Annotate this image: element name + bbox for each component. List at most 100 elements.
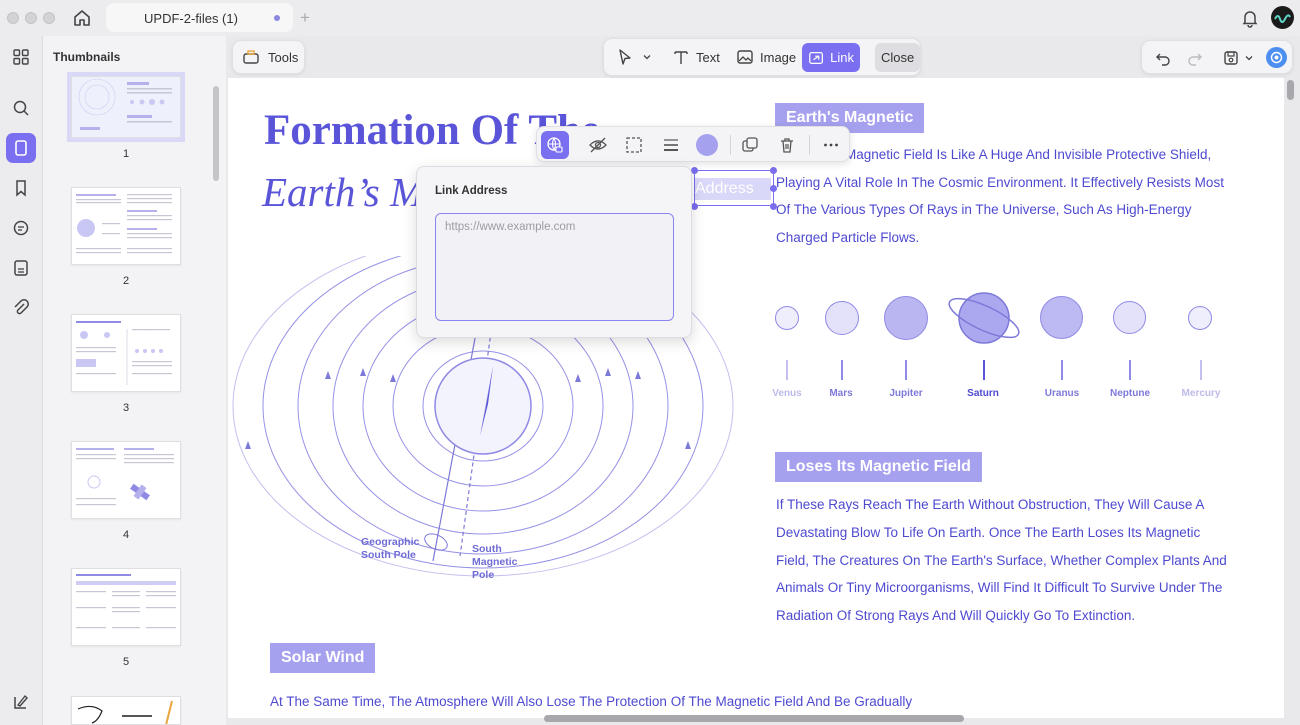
more-horizontal-icon xyxy=(824,143,838,147)
select-tool-button[interactable] xyxy=(610,43,658,71)
planet-tick xyxy=(1061,360,1063,380)
thumbnail-page-6[interactable] xyxy=(71,696,181,725)
thumbnail-page-2[interactable] xyxy=(71,187,181,265)
undo-button[interactable] xyxy=(1148,44,1178,72)
planet-label: Uranus xyxy=(1044,388,1080,399)
line-weight-icon xyxy=(664,139,678,151)
vertical-scrollbar[interactable] xyxy=(1287,80,1294,100)
planet-mercury xyxy=(1188,306,1212,330)
tools-label: Tools xyxy=(268,49,299,65)
thumbnails-icon[interactable] xyxy=(6,133,36,163)
thumbnail-scrollbar[interactable] xyxy=(213,86,219,181)
resize-handle[interactable] xyxy=(770,167,777,174)
close-edit-button[interactable]: Close xyxy=(875,43,921,72)
thumbnail-page-number: 2 xyxy=(122,275,130,287)
more-options-button[interactable] xyxy=(817,131,845,159)
pole-label-line: South Pole xyxy=(361,549,416,561)
window-close-button[interactable] xyxy=(7,12,19,24)
planet-tick xyxy=(1129,360,1131,380)
close-label: Close xyxy=(881,50,915,65)
planet-label: Jupiter xyxy=(889,388,923,399)
planet-label: Mars xyxy=(829,388,853,399)
document-tab[interactable]: UPDF-2-files (1) xyxy=(106,3,293,32)
hide-button[interactable] xyxy=(584,131,612,159)
geographic-south-pole-label: Geographic South Pole xyxy=(361,536,419,562)
horizontal-scrollbar[interactable] xyxy=(544,715,964,722)
edit-toolbar: Text Image Link Close xyxy=(603,38,921,76)
delete-button[interactable] xyxy=(773,131,801,159)
link-floating-toolbar xyxy=(536,126,850,162)
line-weight-button[interactable] xyxy=(657,131,685,159)
avatar[interactable] xyxy=(1271,6,1294,29)
image-label: Image xyxy=(760,49,797,65)
window-minimize-button[interactable] xyxy=(25,12,37,24)
planet-tick xyxy=(983,360,985,380)
search-icon[interactable] xyxy=(6,93,36,123)
planet-label: Neptune xyxy=(1110,388,1150,399)
link-address-label: Link Address xyxy=(435,185,508,197)
image-tool-button[interactable]: Image xyxy=(730,43,802,71)
planet-label: Mercury xyxy=(1181,388,1221,399)
paragraph-line: At The Same Time, The Atmosphere Will Al… xyxy=(270,694,913,709)
globe-link-icon xyxy=(547,137,563,153)
tools-button[interactable]: Tools xyxy=(236,43,304,71)
save-icon xyxy=(1224,51,1238,65)
bookmark-icon[interactable] xyxy=(6,173,36,203)
planet-tick xyxy=(905,360,907,380)
color-picker-button[interactable] xyxy=(693,131,721,159)
page-organize-icon[interactable] xyxy=(6,253,36,283)
unsaved-indicator xyxy=(274,15,280,21)
link-selection-box[interactable]: Address xyxy=(691,167,777,210)
image-icon xyxy=(737,50,753,64)
link-web-button[interactable] xyxy=(541,131,569,159)
tools-pill: Tools xyxy=(232,40,305,74)
planet-mars xyxy=(825,301,859,335)
eye-off-icon xyxy=(589,137,607,153)
text-tool-button[interactable]: Text xyxy=(666,43,726,71)
paragraph-line: Radiation Of Strong Rays And Will Quickl… xyxy=(776,608,1136,623)
thumbnail-page-1[interactable] xyxy=(67,72,185,142)
attachment-icon[interactable] xyxy=(6,293,36,323)
layers-icon[interactable] xyxy=(6,687,36,717)
planet-tick xyxy=(1200,360,1202,380)
pole-label-line: South xyxy=(472,543,502,555)
tab-title: UPDF-2-files (1) xyxy=(144,11,238,26)
new-tab-icon[interactable]: + xyxy=(300,8,310,28)
link-icon xyxy=(809,51,823,64)
selected-link-text: Address xyxy=(695,178,771,200)
toolbox-icon xyxy=(243,50,259,64)
paragraph-line: Field, The Creatures On The Earth's Surf… xyxy=(776,553,1227,568)
thumbnail-page-number: 1 xyxy=(122,148,130,160)
planet-neptune xyxy=(1113,301,1146,334)
resize-handle[interactable] xyxy=(770,185,777,192)
paragraph-line: Animals Or Tiny Microorganisms, Will Fin… xyxy=(776,580,1223,595)
planet-label: Saturn xyxy=(967,388,999,399)
toolbar-divider xyxy=(809,135,810,155)
thumbnail-page-5[interactable] xyxy=(71,568,181,646)
comment-icon[interactable] xyxy=(6,213,36,243)
window-zoom-button[interactable] xyxy=(43,12,55,24)
planet-tick xyxy=(841,360,843,380)
thumbnail-page-3[interactable] xyxy=(71,314,181,392)
thumbnail-page-4[interactable] xyxy=(71,441,181,519)
thumbnail-panel: Thumbnails 1 2 3 4 5 xyxy=(43,36,226,725)
resize-handle[interactable] xyxy=(770,203,777,210)
section-heading-loses-magnetic-field: Loses Its Magnetic Field xyxy=(775,452,982,482)
pole-label-line: Pole xyxy=(472,569,495,581)
cursor-icon xyxy=(619,49,631,65)
resize-handle[interactable] xyxy=(691,203,698,210)
grid-view-icon[interactable] xyxy=(6,42,36,72)
toolbar-divider xyxy=(730,135,731,155)
save-button[interactable] xyxy=(1216,44,1260,72)
ai-assistant-icon[interactable] xyxy=(1266,47,1287,68)
link-address-input[interactable] xyxy=(435,213,674,321)
section-heading-solar-wind: Solar Wind xyxy=(270,643,376,673)
redo-button[interactable] xyxy=(1180,44,1210,72)
planet-uranus xyxy=(1040,296,1083,339)
duplicate-button[interactable] xyxy=(736,131,764,159)
link-tool-button[interactable]: Link xyxy=(802,43,860,72)
border-style-button[interactable] xyxy=(620,131,648,159)
resize-handle[interactable] xyxy=(691,167,698,174)
notification-bell-icon[interactable] xyxy=(1240,8,1260,33)
home-icon[interactable] xyxy=(72,8,92,33)
